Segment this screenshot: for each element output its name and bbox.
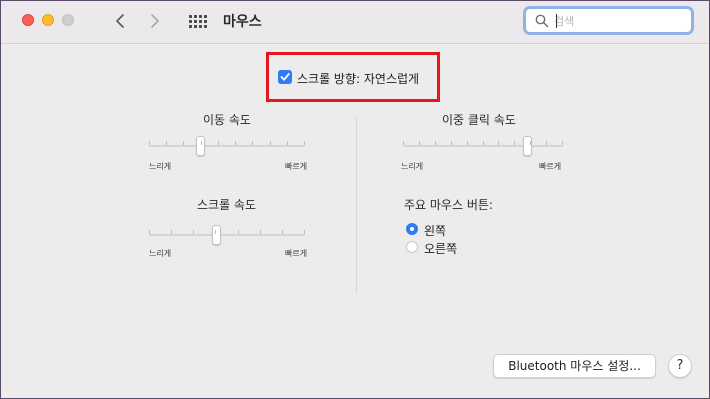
slider-tick	[252, 141, 253, 145]
slider-tick	[562, 141, 563, 145]
slider-tick	[514, 141, 515, 145]
slider-tick	[498, 141, 499, 145]
slider-track	[149, 234, 305, 236]
slider-tick	[530, 141, 531, 145]
slider-knob[interactable]	[523, 136, 532, 156]
slider-track	[403, 145, 563, 147]
natural-scroll-checkbox[interactable]	[278, 70, 292, 84]
tracking-speed-min-label: 느리게	[149, 162, 172, 171]
slider-tick	[403, 141, 404, 145]
right-radio[interactable]	[406, 241, 418, 253]
window-title: 마우스	[223, 14, 262, 30]
slider-tick	[287, 141, 288, 145]
slider-tick	[304, 230, 305, 234]
slider-tick	[282, 230, 283, 234]
chevron-right-icon	[151, 14, 159, 28]
slider-tick	[183, 141, 184, 145]
slider-tick	[166, 141, 167, 145]
left-radio[interactable]	[406, 223, 418, 235]
scroll-speed-title: 스크롤 속도	[197, 198, 257, 212]
double-click-speed-slider[interactable]	[403, 136, 563, 156]
natural-scroll-label: 스크롤 방향: 자연스럽게	[297, 72, 420, 86]
minimize-button[interactable]	[42, 14, 54, 26]
slider-tick	[193, 230, 194, 234]
slider-tick	[260, 230, 261, 234]
slider-tick	[304, 141, 305, 145]
close-button[interactable]	[22, 14, 34, 26]
slider-knob[interactable]	[196, 136, 205, 156]
bluetooth-mouse-setup-button[interactable]: Bluetooth 마우스 설정...	[493, 354, 656, 378]
slider-tick	[149, 230, 150, 234]
primary-button-title: 주요 마우스 버튼:	[404, 198, 493, 212]
scroll-speed-max-label: 빠르게	[285, 249, 308, 258]
search-input[interactable]	[554, 13, 684, 29]
zoom-button[interactable]	[62, 14, 74, 26]
chevron-left-icon	[116, 14, 124, 28]
slider-tick	[201, 141, 202, 145]
help-button[interactable]: ?	[668, 354, 692, 378]
show-all-grid-icon[interactable]	[189, 14, 207, 28]
tracking-speed-slider[interactable]	[149, 136, 305, 156]
tracking-speed-max-label: 빠르게	[285, 162, 308, 171]
slider-tick	[149, 141, 150, 145]
slider-tick	[171, 230, 172, 234]
right-radio-label: 오른쪽	[424, 242, 458, 256]
slider-tick	[215, 230, 216, 234]
double-click-speed-max-label: 빠르게	[539, 162, 562, 171]
slider-tick	[483, 141, 484, 145]
slider-tick	[451, 141, 452, 145]
scroll-speed-min-label: 느리게	[149, 249, 172, 258]
forward-button[interactable]	[144, 9, 166, 33]
slider-tick	[546, 141, 547, 145]
double-click-speed-title: 이중 클릭 속도	[442, 113, 516, 127]
scroll-speed-slider[interactable]	[149, 225, 305, 245]
left-radio-label: 왼쪽	[424, 224, 447, 238]
text-caret	[556, 14, 557, 28]
mouse-preferences-window: 마우스 스크롤 방향: 자연스럽게 이동 속도 느리게 빠르게 스크롤 속도 느…	[0, 0, 710, 399]
column-divider	[356, 116, 357, 294]
slider-tick	[238, 230, 239, 234]
slider-tick	[270, 141, 271, 145]
slider-track	[149, 145, 305, 147]
tracking-speed-title: 이동 속도	[203, 113, 251, 127]
checkmark-icon	[280, 73, 290, 81]
back-button[interactable]	[109, 9, 131, 33]
slider-tick	[467, 141, 468, 145]
search-field[interactable]	[523, 6, 694, 35]
slider-tick	[435, 141, 436, 145]
slider-tick	[419, 141, 420, 145]
double-click-speed-min-label: 느리게	[401, 162, 424, 171]
magnifier-icon	[535, 14, 549, 28]
title-bar: 마우스	[1, 1, 709, 44]
slider-tick	[235, 141, 236, 145]
slider-tick	[218, 141, 219, 145]
slider-knob[interactable]	[212, 225, 221, 245]
